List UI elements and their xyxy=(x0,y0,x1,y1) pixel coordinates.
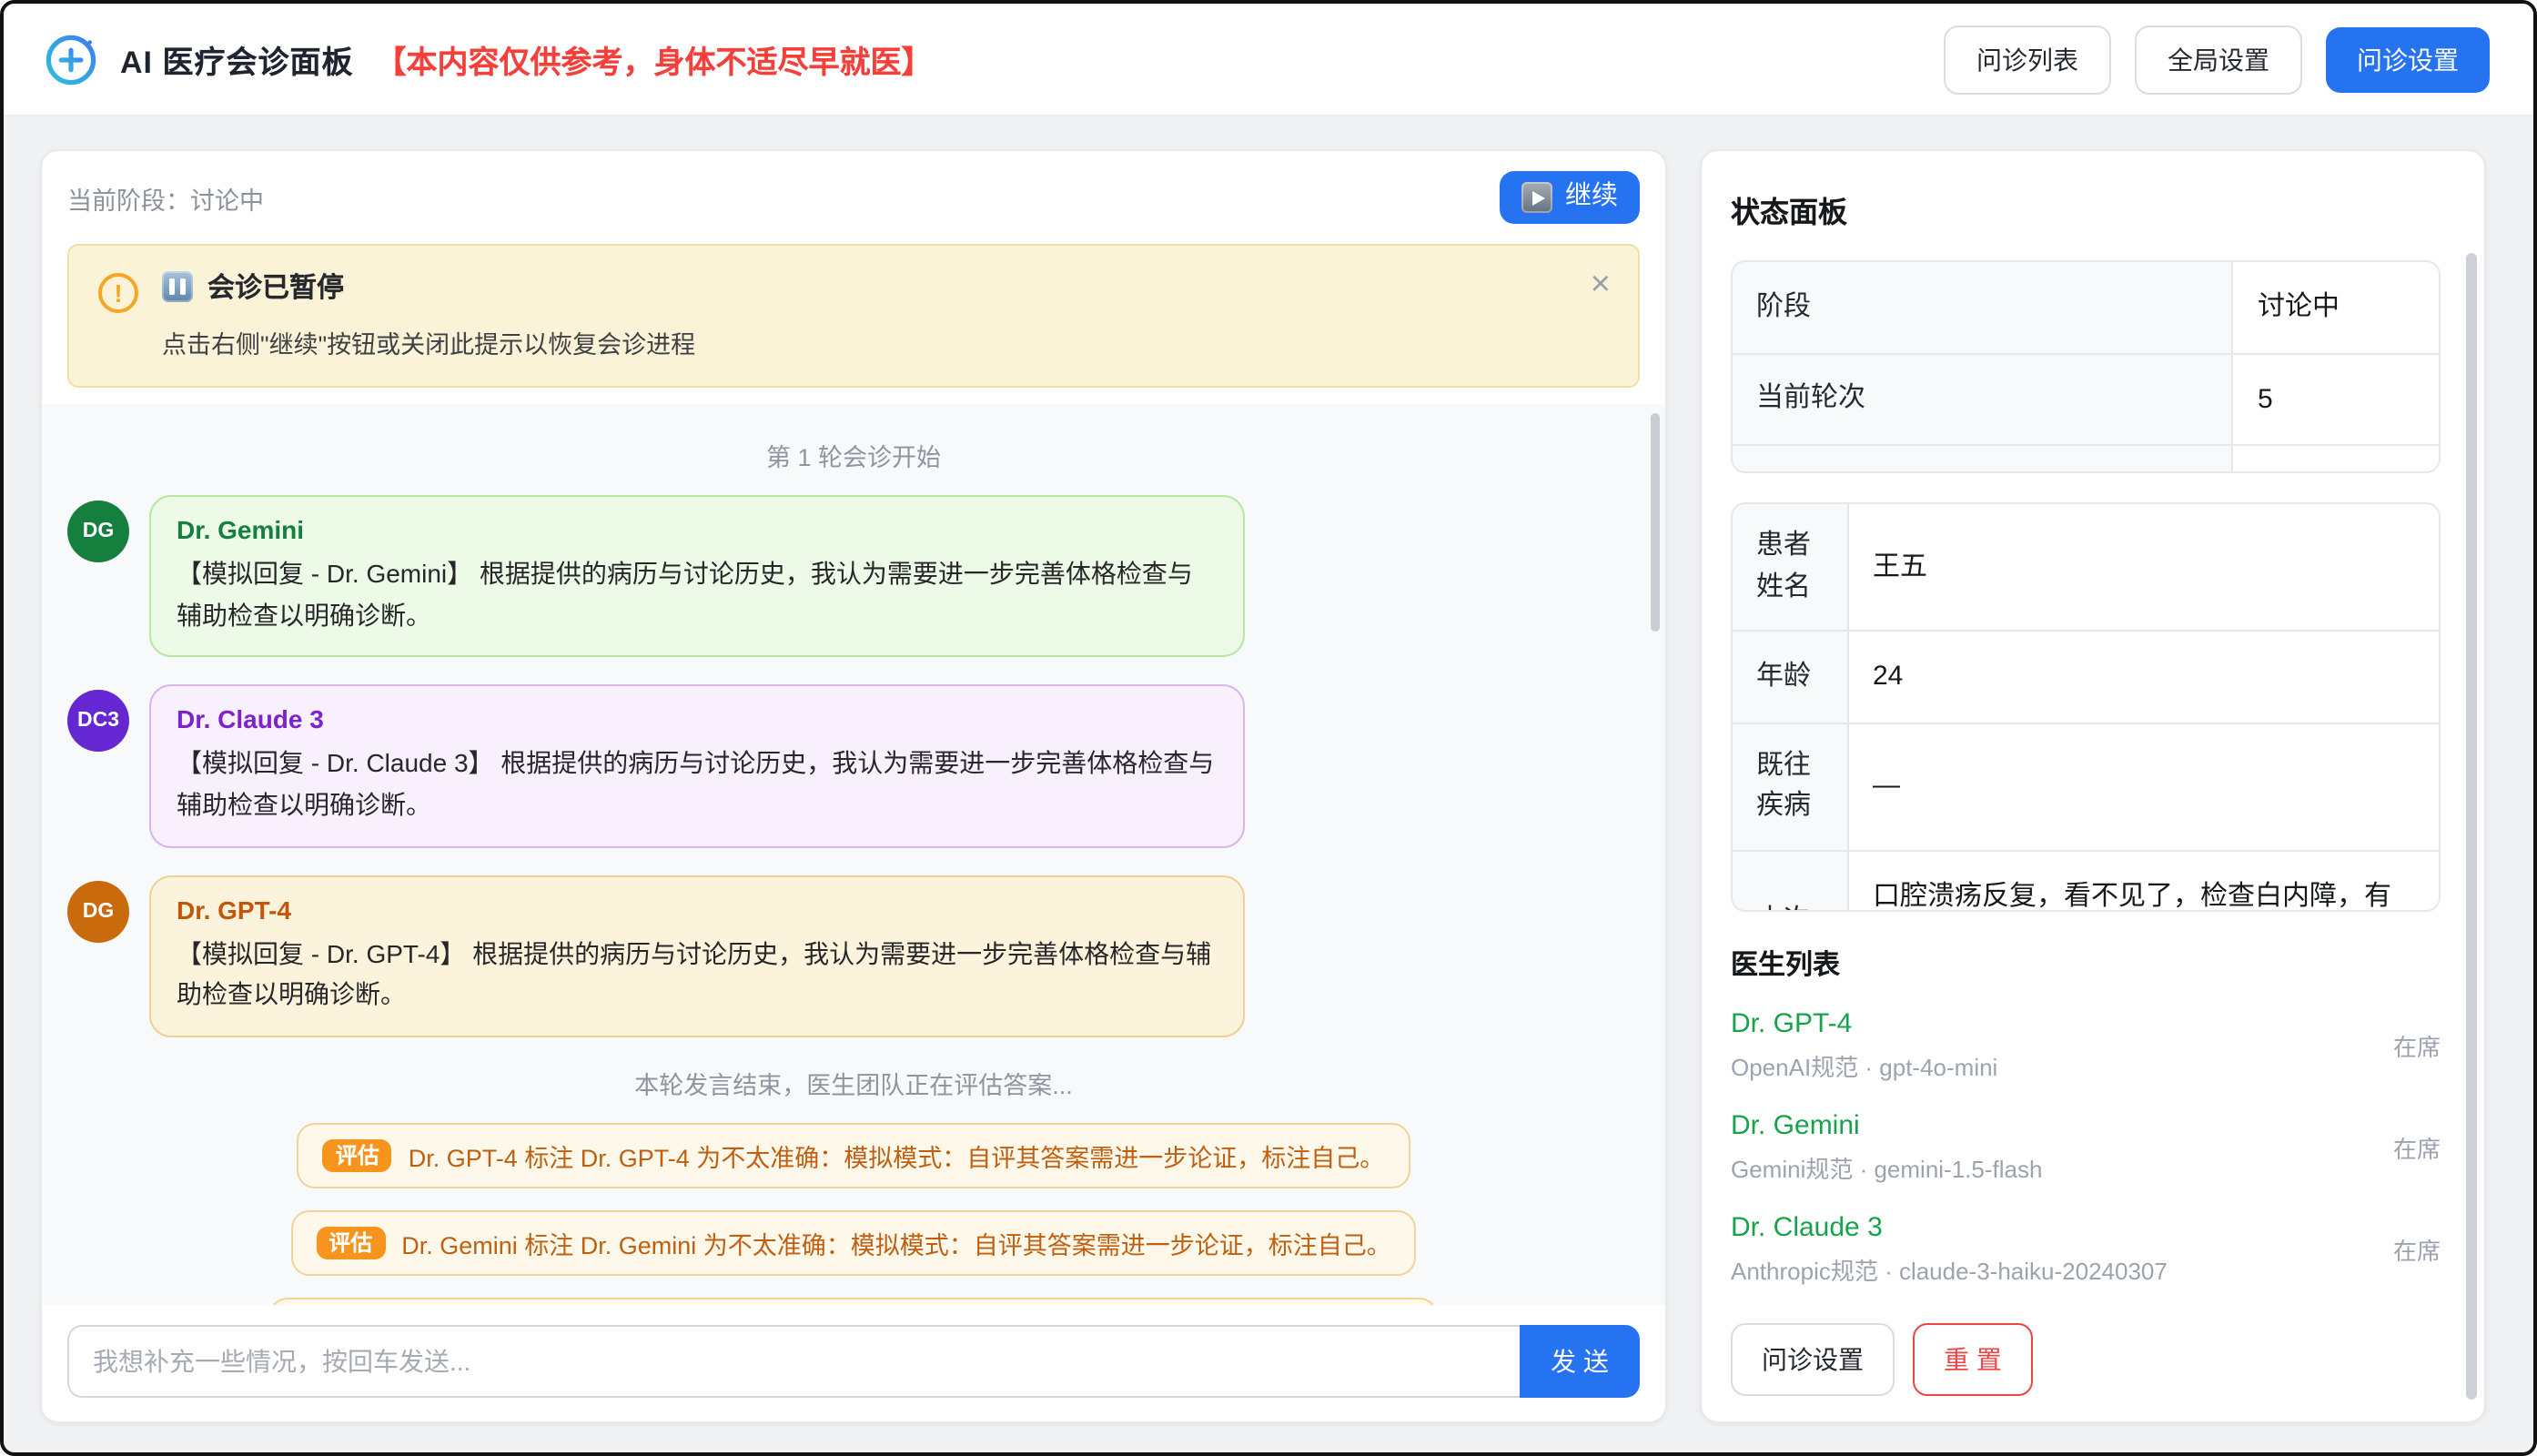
consultation-panel: 当前阶段：讨论中 继续 ! 会诊已暂停 点击右侧"继续"按钮或关闭此提示以恢复会… xyxy=(40,149,1667,1423)
app-window: AI 医疗会诊面板 【本内容仅供参考，身体不适尽早就医】 问诊列表 全局设置 问… xyxy=(0,0,2537,1456)
message-bubble: Dr. Claude 3 【模拟回复 - Dr. Claude 3】 根据提供的… xyxy=(149,685,1245,848)
status-panel: 状态面板 阶段 讨论中 当前轮次 5 连续未标注不太准确轮数 4 xyxy=(1700,149,2486,1423)
row-label: 本次问题 xyxy=(1733,851,1849,912)
doctors-list-title: 医生列表 xyxy=(1731,945,2441,983)
evaluation-text: Dr. Gemini 标注 Dr. Gemini 为不太准确：模拟模式：自评其答… xyxy=(401,1225,1391,1261)
status-panel-body: 阶段 讨论中 当前轮次 5 连续未标注不太准确轮数 4 患者姓名 xyxy=(1731,260,2455,1396)
message-bubble: Dr. GPT-4 【模拟回复 - Dr. GPT-4】 根据提供的病历与讨论历… xyxy=(149,875,1245,1037)
round-end-notice: 本轮发言结束，医生团队正在评估答案... xyxy=(67,1065,1640,1101)
message-text: 【模拟回复 - Dr. Claude 3】 根据提供的病历与讨论历史，我认为需要… xyxy=(177,743,1218,826)
panel-scrollbar[interactable] xyxy=(2466,253,2477,1400)
table-row: 年龄 24 xyxy=(1733,630,2439,722)
row-value: 5 xyxy=(2234,354,2439,444)
play-icon xyxy=(1521,182,1552,213)
evaluation-badge: 评估 xyxy=(323,1139,392,1172)
table-row: 当前轮次 5 xyxy=(1733,352,2439,444)
continue-button-label: 继续 xyxy=(1565,185,1618,211)
doctor-spec: OpenAI规范 · gpt-4o-mini xyxy=(1731,1048,1997,1083)
evaluation-item: 评估 Dr. Claude 3 标注 Dr. Claude 3 为不太准确：模拟… xyxy=(270,1298,1438,1305)
row-label: 连续未标注不太准确轮数 xyxy=(1733,446,2234,473)
status-panel-title: 状态面板 xyxy=(1731,180,2455,260)
doctor-avatar: DG xyxy=(67,500,129,562)
doctor-list-item: Dr. Claude 3 Anthropic规范 · claude-3-haik… xyxy=(1731,1198,2441,1299)
row-value: 口腔溃疡反复，看不见了，检查白内障，有金黄色葡萄球菌感染，反复手术，炎症下不去，… xyxy=(1849,851,2439,912)
chat-toolbar: 当前阶段：讨论中 继续 xyxy=(42,151,1665,242)
doctor-list-item: Dr. GPT-4 OpenAI规范 · gpt-4o-mini 在席 xyxy=(1731,994,2441,1096)
consult-list-button[interactable]: 问诊列表 xyxy=(1944,25,2111,94)
plus-circle-logo-icon xyxy=(44,32,98,86)
doctor-name: Dr. Gemini xyxy=(177,515,1218,544)
pause-banner: ! 会诊已暂停 点击右侧"继续"按钮或关闭此提示以恢复会诊进程 × xyxy=(67,244,1640,388)
send-button[interactable]: 发 送 xyxy=(1520,1325,1640,1398)
row-value: 24 xyxy=(1849,632,2439,722)
pause-banner-message: 点击右侧"继续"按钮或关闭此提示以恢复会诊进程 xyxy=(162,324,1609,360)
continue-button[interactable]: 继续 xyxy=(1500,171,1640,224)
status-table: 阶段 讨论中 当前轮次 5 连续未标注不太准确轮数 4 xyxy=(1731,260,2441,473)
doctor-spec: Gemini规范 · gemini-1.5-flash xyxy=(1731,1150,2042,1185)
patient-table: 患者姓名 王五 年龄 24 既往疾病 — 本次问题 口腔溃疡反复，看不见了，检查… xyxy=(1731,502,2441,912)
evaluation-row: 评估 Dr. GPT-4 标注 Dr. GPT-4 为不太准确：模拟模式：自评其… xyxy=(67,1123,1640,1188)
warning-icon: ! xyxy=(98,273,138,313)
doctor-name: Dr. GPT-4 xyxy=(177,895,1218,924)
message-bubble: Dr. Gemini 【模拟回复 - Dr. Gemini】 根据提供的病历与讨… xyxy=(149,495,1245,658)
chat-message: DG Dr. Gemini 【模拟回复 - Dr. Gemini】 根据提供的病… xyxy=(67,495,1640,658)
supplement-input[interactable] xyxy=(67,1325,1520,1398)
row-value: 4 xyxy=(2234,446,2439,473)
row-label: 既往疾病 xyxy=(1733,723,1849,849)
message-text: 【模拟回复 - Dr. Gemini】 根据提供的病历与讨论历史，我认为需要进一… xyxy=(177,553,1218,636)
doctor-avatar: DC3 xyxy=(67,691,129,753)
chat-scrollbar[interactable] xyxy=(1651,413,1660,632)
pause-banner-title: 会诊已暂停 xyxy=(207,268,344,306)
chat-message-list[interactable]: 第 1 轮会诊开始 DG Dr. Gemini 【模拟回复 - Dr. Gemi… xyxy=(42,404,1665,1305)
close-icon[interactable]: × xyxy=(1587,264,1614,306)
row-label: 年龄 xyxy=(1733,632,1849,722)
round-divider: 第 1 轮会诊开始 xyxy=(67,437,1640,473)
doctor-avatar: DG xyxy=(67,880,129,942)
row-value: 讨论中 xyxy=(2234,262,2439,352)
doctor-name: Dr. Gemini xyxy=(1731,1110,2042,1141)
doctor-status: 在席 xyxy=(2393,1130,2441,1165)
main-content: 当前阶段：讨论中 继续 ! 会诊已暂停 点击右侧"继续"按钮或关闭此提示以恢复会… xyxy=(4,116,2533,1452)
evaluation-item: 评估 Dr. GPT-4 标注 Dr. GPT-4 为不太准确：模拟模式：自评其… xyxy=(298,1123,1410,1188)
doctor-name: Dr. Claude 3 xyxy=(177,705,1218,734)
message-input-row: 发 送 xyxy=(42,1305,1665,1421)
current-stage-label: 当前阶段：讨论中 xyxy=(67,179,264,216)
evaluation-text: Dr. GPT-4 标注 Dr. GPT-4 为不太准确：模拟模式：自评其答案需… xyxy=(409,1138,1385,1174)
evaluation-badge: 评估 xyxy=(316,1227,385,1259)
table-row: 既往疾病 — xyxy=(1733,722,2439,849)
doctor-name: Dr. GPT-4 xyxy=(1731,1008,1997,1039)
disclaimer-text: 【本内容仅供参考，身体不适尽早就医】 xyxy=(375,36,932,82)
header: AI 医疗会诊面板 【本内容仅供参考，身体不适尽早就医】 问诊列表 全局设置 问… xyxy=(4,4,2533,116)
chat-message: DC3 Dr. Claude 3 【模拟回复 - Dr. Claude 3】 根… xyxy=(67,685,1640,848)
message-text: 【模拟回复 - Dr. GPT-4】 根据提供的病历与讨论历史，我认为需要进一步… xyxy=(177,933,1218,1016)
page-title: AI 医疗会诊面板 xyxy=(120,36,353,82)
row-value: — xyxy=(1849,723,2439,849)
doctor-status: 在席 xyxy=(2393,1232,2441,1267)
table-row: 患者姓名 王五 xyxy=(1733,504,2439,630)
pause-icon xyxy=(162,271,193,302)
doctor-list-item: Dr. Gemini Gemini规范 · gemini-1.5-flash 在… xyxy=(1731,1096,2441,1198)
reset-button[interactable]: 重 置 xyxy=(1913,1323,2033,1396)
evaluation-row: 评估 Dr. Gemini 标注 Dr. Gemini 为不太准确：模拟模式：自… xyxy=(67,1210,1640,1276)
chat-message: DG Dr. GPT-4 【模拟回复 - Dr. GPT-4】 根据提供的病历与… xyxy=(67,875,1640,1037)
row-label: 当前轮次 xyxy=(1733,354,2234,444)
doctor-status: 在席 xyxy=(2393,1028,2441,1063)
row-label: 患者姓名 xyxy=(1733,504,1849,630)
table-row: 阶段 讨论中 xyxy=(1733,262,2439,352)
global-settings-button[interactable]: 全局设置 xyxy=(2135,25,2302,94)
row-value: 王五 xyxy=(1849,504,2439,630)
evaluation-item: 评估 Dr. Gemini 标注 Dr. Gemini 为不太准确：模拟模式：自… xyxy=(290,1210,1417,1276)
consult-settings-button[interactable]: 问诊设置 xyxy=(2326,26,2490,92)
evaluation-row: 评估 Dr. Claude 3 标注 Dr. Claude 3 为不太准确：模拟… xyxy=(67,1298,1640,1305)
panel-consult-settings-button[interactable]: 问诊设置 xyxy=(1731,1323,1895,1396)
row-label: 阶段 xyxy=(1733,262,2234,352)
doctor-spec: Anthropic规范 · claude-3-haiku-20240307 xyxy=(1731,1252,2168,1287)
status-panel-footer: 问诊设置 重 置 xyxy=(1731,1299,2441,1396)
doctor-name: Dr. Claude 3 xyxy=(1731,1212,2168,1243)
table-row: 连续未标注不太准确轮数 4 xyxy=(1733,444,2439,473)
table-row: 本次问题 口腔溃疡反复，看不见了，检查白内障，有金黄色葡萄球菌感染，反复手术，炎… xyxy=(1733,849,2439,912)
